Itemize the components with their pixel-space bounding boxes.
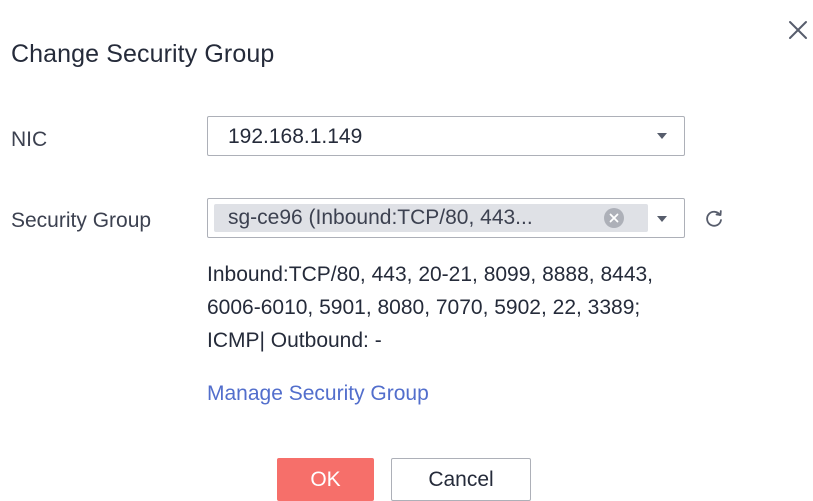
chevron-down-icon: [657, 133, 667, 139]
close-icon[interactable]: [786, 18, 810, 42]
security-group-select[interactable]: sg-ce96 (Inbound:TCP/80, 443...: [207, 198, 685, 238]
change-security-group-dialog: Change Security Group NIC 192.168.1.149 …: [0, 0, 813, 501]
cancel-button[interactable]: Cancel: [391, 458, 531, 501]
nic-select[interactable]: 192.168.1.149: [207, 116, 685, 156]
nic-label: NIC: [11, 128, 48, 151]
clear-icon[interactable]: [604, 208, 624, 228]
nic-select-value: 192.168.1.149: [228, 125, 363, 148]
rules-line: Inbound:TCP/80, 443, 20-21, 8099, 8888, …: [207, 263, 654, 286]
security-group-chip: sg-ce96 (Inbound:TCP/80, 443...: [214, 204, 648, 232]
security-group-rules-description: Inbound:TCP/80, 443, 20-21, 8099, 8888, …: [207, 258, 767, 357]
rules-line: 6006-6010, 5901, 8080, 7070, 5902, 22, 3…: [207, 296, 641, 319]
ok-button[interactable]: OK: [277, 458, 374, 501]
manage-security-group-link[interactable]: Manage Security Group: [207, 382, 429, 406]
dialog-title: Change Security Group: [11, 40, 275, 68]
rules-line: ICMP| Outbound: -: [207, 329, 382, 352]
security-group-label: Security Group: [11, 209, 152, 232]
security-group-chip-text: sg-ce96 (Inbound:TCP/80, 443...: [228, 206, 533, 229]
chevron-down-icon: [657, 216, 667, 222]
refresh-icon[interactable]: [703, 208, 725, 230]
